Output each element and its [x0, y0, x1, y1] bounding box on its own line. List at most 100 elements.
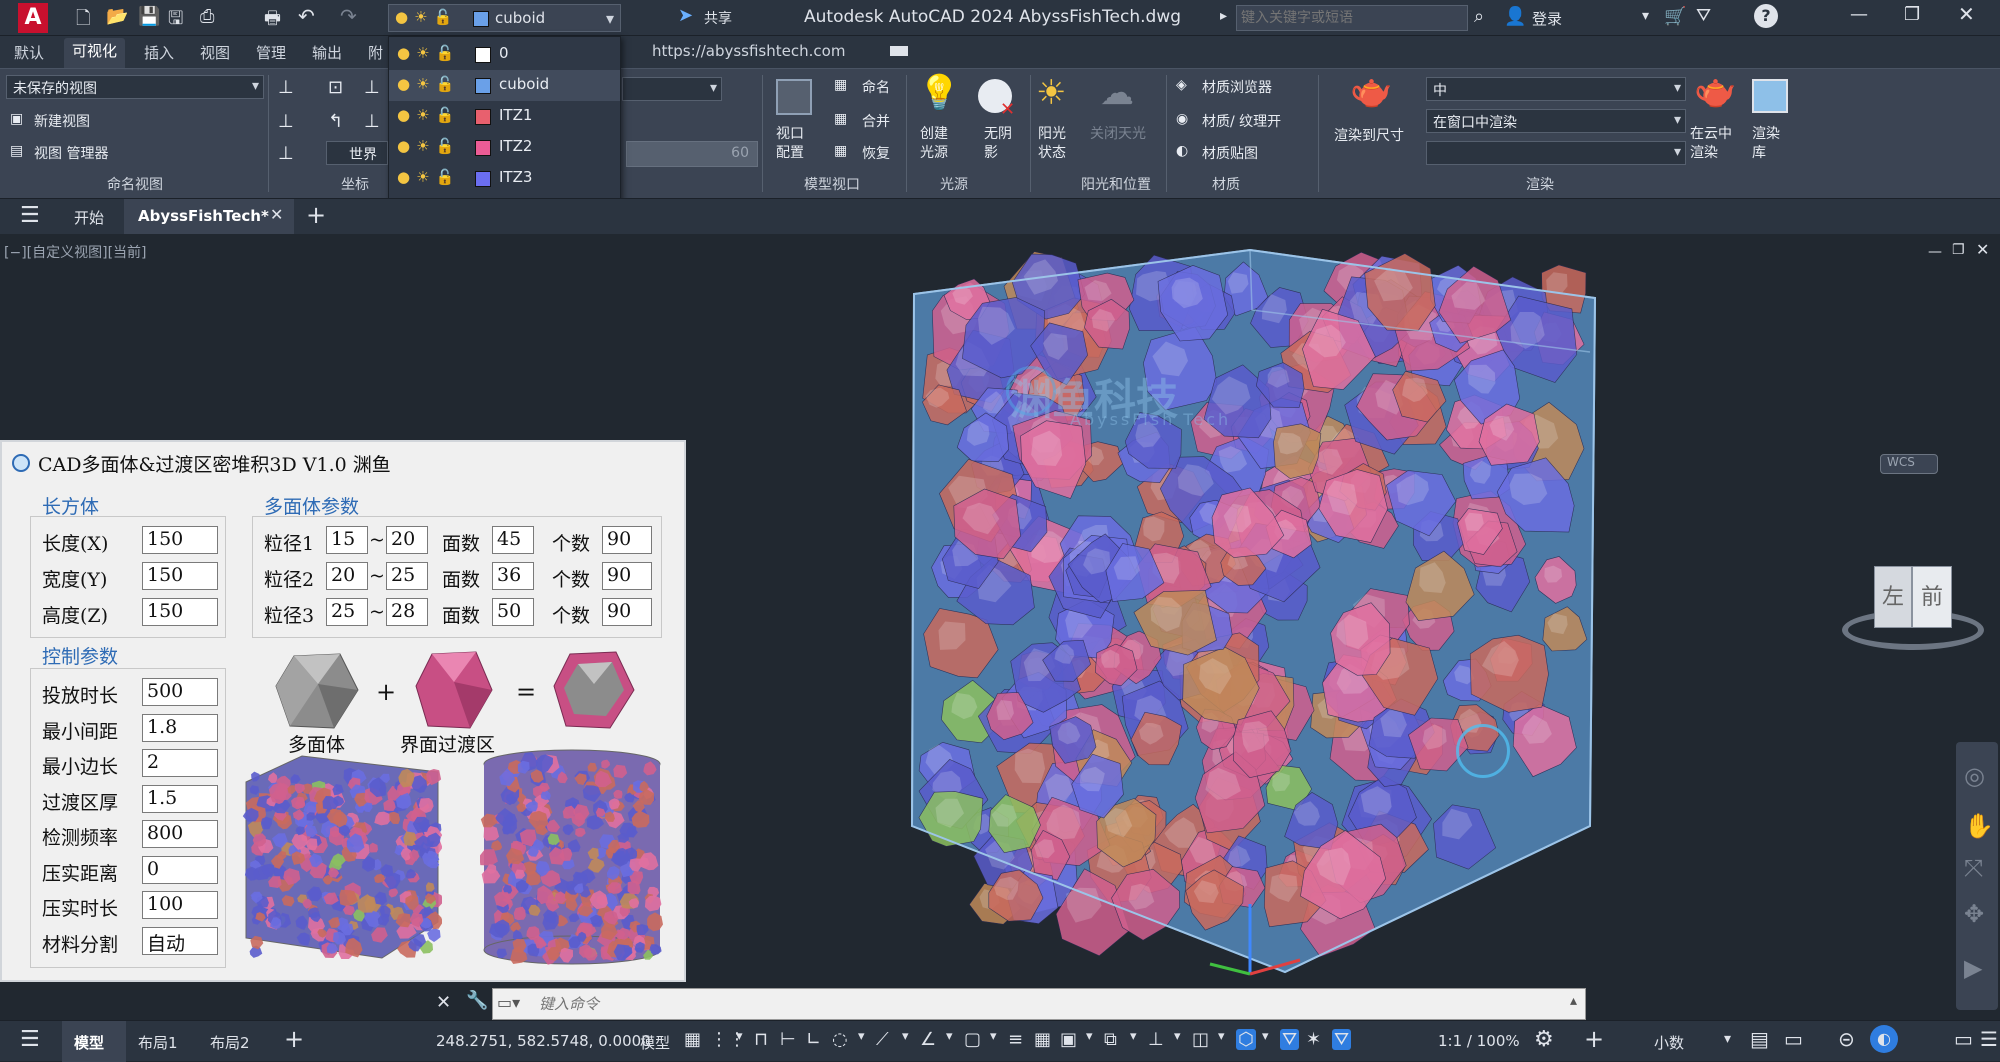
layer-combo[interactable]: ●☀🔓 cuboid ▾	[388, 4, 621, 32]
ucs-named-icon[interactable]: ⊡	[328, 77, 343, 98]
packing-model[interactable]	[900, 234, 1620, 974]
layout1-tab[interactable]: 布局1	[138, 1032, 178, 1053]
quick-properties-icon[interactable]: ▤	[1750, 1027, 1769, 1051]
faces-input[interactable]: 50	[492, 598, 534, 626]
size-max-input[interactable]: 28	[386, 598, 428, 626]
control-value-input[interactable]: 100	[142, 891, 218, 919]
status-dropdown-icon[interactable]: ▾	[1262, 1029, 1269, 1044]
coordinate-readout[interactable]: 248.2751, 582.5748, 0.0000	[436, 1032, 651, 1050]
control-value-input[interactable]: 0	[142, 855, 218, 884]
status-toggle-icon[interactable]: ⊓	[754, 1029, 768, 1050]
status-toggle-icon[interactable]: ◌	[832, 1029, 848, 1050]
faces-input[interactable]: 45	[492, 526, 534, 554]
size-min-input[interactable]: 15	[326, 526, 368, 554]
current-document-tab[interactable]: AbyssFishTech* ✕	[124, 199, 294, 235]
control-value-input[interactable]: 2	[142, 749, 218, 777]
cuboid-value-input[interactable]: 150	[142, 562, 218, 590]
orbit-icon[interactable]: ✥	[1964, 900, 1984, 928]
status-toggle-icon[interactable]: ⊢	[780, 1029, 796, 1050]
view-manager-button[interactable]: 视图 管理器	[34, 143, 108, 163]
layer-state-icons[interactable]: ●☀🔓	[397, 137, 460, 155]
units-button[interactable]: 小数	[1654, 1032, 1684, 1053]
status-dropdown-icon[interactable]: ▾	[902, 1029, 909, 1044]
layer-item-itz1[interactable]: ●☀🔓 ITZ1	[389, 101, 620, 132]
search-icon[interactable]: ⌕	[1474, 6, 1484, 27]
status-toggle-icon[interactable]: ▣	[1060, 1029, 1077, 1050]
status-toggle-icon[interactable]: ▦	[1034, 1029, 1051, 1050]
steering-wheel-icon[interactable]: ◎	[1964, 762, 1985, 790]
status-dropdown-icon[interactable]: ▾	[990, 1029, 997, 1044]
render-in-combo[interactable]: 在窗口中渲染	[1426, 109, 1686, 133]
user-icon[interactable]: 👤	[1504, 6, 1526, 27]
layer-state-icons[interactable]: ●☀🔓	[397, 106, 460, 124]
sky-off-button[interactable]: 关闭天光	[1090, 125, 1150, 144]
render-to-size-button[interactable]: 渲染到尺寸	[1334, 125, 1404, 145]
ucs-origin-icon[interactable]: ⊥	[364, 77, 380, 98]
new-file-icon[interactable]: 🗋	[76, 6, 90, 36]
panel-label-model-viewports[interactable]: 模型视口	[792, 174, 872, 194]
layout-menu-icon[interactable]: ☰	[20, 1027, 40, 1052]
isolate-icon[interactable]: ⊝	[1838, 1027, 1855, 1051]
clean-screen-icon[interactable]: ▭	[1954, 1027, 1973, 1051]
status-dropdown-icon[interactable]: ▾	[858, 1029, 865, 1044]
render-library-button[interactable]: 渲染库	[1752, 125, 1792, 163]
model-space-button[interactable]: 模型	[640, 1032, 670, 1053]
viewport-restore-icon[interactable]: ❐	[1952, 242, 1965, 258]
material-browser-button[interactable]: 材质浏览器	[1202, 77, 1272, 97]
customize-icon[interactable]: ☰	[1980, 1027, 1998, 1051]
restore-icon[interactable]: ❐	[1904, 4, 1920, 25]
menu-icon[interactable]: ☰	[20, 203, 40, 228]
render-quality-combo[interactable]: 中	[1426, 77, 1686, 101]
viewport-close-icon[interactable]: ✕	[1976, 240, 1989, 259]
status-toggle-icon[interactable]: ✶	[1306, 1029, 1321, 1050]
undo-icon[interactable]: ↶	[298, 4, 315, 28]
panel-label-sun[interactable]: 阳光和位置	[1066, 174, 1166, 194]
cart-icon[interactable]: 🛒	[1664, 6, 1686, 27]
open-file-icon[interactable]: 📂	[106, 6, 128, 27]
units-dropdown-icon[interactable]: ▾	[1724, 1031, 1731, 1047]
control-value-input[interactable]: 500	[142, 678, 218, 706]
model-tab[interactable]: 模型	[62, 1021, 126, 1062]
status-toggle-icon[interactable]: ⛛	[1280, 1029, 1300, 1050]
no-shadow-button[interactable]: 无阴影	[984, 125, 1014, 163]
layer-state-icons[interactable]: ●☀🔓	[397, 75, 460, 93]
status-dropdown-icon[interactable]: ▾	[1086, 1029, 1093, 1044]
status-toggle-icon[interactable]: ∠	[920, 1029, 936, 1050]
materials-textures-button[interactable]: 材质/ 纹理开	[1202, 111, 1281, 131]
add-layout-icon[interactable]: +	[284, 1025, 304, 1053]
ucs-icon[interactable]: ⊥	[278, 77, 294, 98]
ucs-object-icon[interactable]: ⊥	[364, 111, 380, 132]
cuboid-value-input[interactable]: 150	[142, 526, 218, 554]
tab-url[interactable]: https://abyssfishtech.com	[652, 42, 845, 60]
tab-addins[interactable]: 附	[368, 42, 383, 63]
count-input[interactable]: 90	[602, 562, 652, 590]
save-icon[interactable]: 💾	[138, 6, 160, 27]
tab-insert[interactable]: 插入	[144, 42, 174, 63]
numeric-field[interactable]: 60	[626, 141, 758, 167]
sun-status-button[interactable]: 阳光状态	[1038, 125, 1078, 163]
viewcube[interactable]: 左 前	[1838, 554, 1988, 664]
new-tab-icon[interactable]: +	[306, 201, 326, 229]
share-button[interactable]: 共享	[704, 8, 732, 28]
ucs-3point-icon[interactable]: ⊥	[278, 143, 294, 164]
status-toggle-icon[interactable]: ▦	[684, 1029, 701, 1050]
viewport-label[interactable]: [−][自定义视图][当前]	[4, 242, 147, 262]
create-light-button[interactable]: 创建光源	[920, 125, 960, 163]
count-input[interactable]: 90	[602, 526, 652, 554]
login-dropdown-icon[interactable]: ▾	[1642, 8, 1649, 24]
restore-viewport-button[interactable]: 恢复	[862, 143, 890, 163]
showmotion-icon[interactable]: ▶	[1964, 954, 1982, 982]
plugin-dialog[interactable]: CAD多面体&过渡区密堆积3D V1.0 渊鱼 长方体 多面体参数 控制参数 +…	[0, 440, 686, 982]
control-value-input[interactable]: 1.5	[142, 784, 218, 813]
faces-input[interactable]: 36	[492, 562, 534, 590]
size-max-input[interactable]: 20	[386, 526, 428, 554]
control-value-input[interactable]: 自动	[142, 926, 218, 955]
status-dropdown-icon[interactable]: ▾	[946, 1029, 953, 1044]
help-icon[interactable]: ?	[1754, 4, 1778, 28]
panel-label-render[interactable]: 渲染	[1500, 174, 1580, 194]
layer-item-cuboid[interactable]: ●☀🔓 cuboid	[389, 70, 620, 101]
layer-item-itz3[interactable]: ●☀🔓 ITZ3	[389, 163, 620, 194]
size-min-input[interactable]: 20	[326, 562, 368, 590]
chevron-down-icon[interactable]: ▾	[606, 9, 614, 28]
sun-status-icon[interactable]: ☀	[1036, 73, 1066, 113]
